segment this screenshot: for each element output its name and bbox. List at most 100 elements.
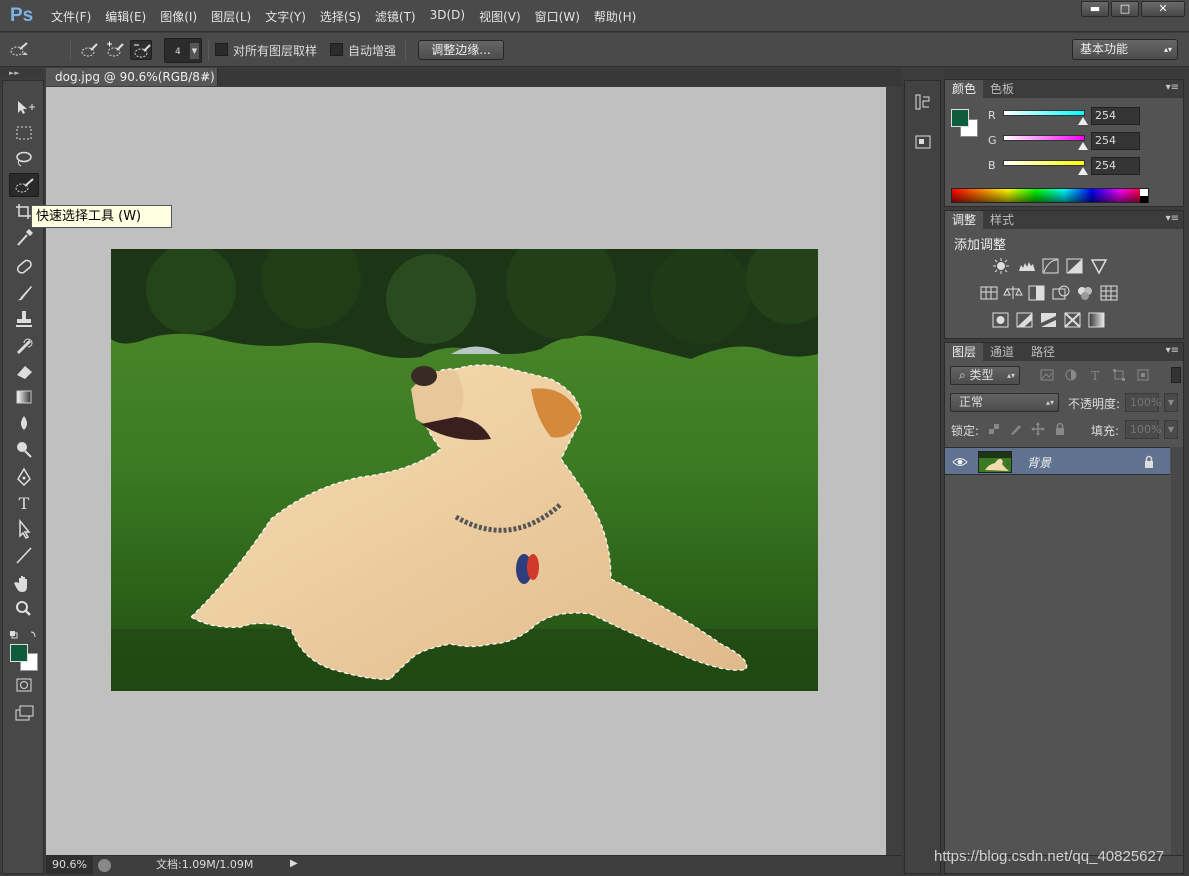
path-selection-tool[interactable]	[9, 517, 39, 541]
dodge-tool[interactable]	[9, 437, 39, 461]
lock-pixels-icon[interactable]	[1009, 422, 1023, 436]
auto-enhance-checkbox[interactable]	[330, 43, 343, 56]
lasso-tool[interactable]	[9, 147, 39, 171]
gradient-tool[interactable]	[9, 385, 39, 409]
blur-tool[interactable]	[9, 411, 39, 435]
opacity-input[interactable]: 100%	[1125, 393, 1161, 412]
layer-kind-filter[interactable]: ⌕ 类型 ▴▾	[950, 366, 1020, 385]
menu-item-2[interactable]: 图像(I)	[153, 8, 204, 25]
type-filter-icon[interactable]: T	[1088, 368, 1102, 383]
exposure-icon[interactable]	[1065, 257, 1085, 275]
slider-thumb[interactable]	[1078, 142, 1088, 150]
color-balance-icon[interactable]	[1003, 284, 1023, 302]
zoom-tool[interactable]	[9, 597, 39, 621]
panel-menu-icon[interactable]: ▾≡	[1166, 213, 1179, 224]
adjustment-filter-icon[interactable]	[1064, 368, 1078, 382]
tab-styles[interactable]: 样式	[983, 211, 1021, 229]
refine-edge-button[interactable]: 调整边缘...	[418, 40, 504, 60]
channel-slider[interactable]	[1003, 160, 1085, 166]
screen-mode-button[interactable]	[9, 701, 39, 725]
subtract-from-selection-mode[interactable]	[130, 40, 152, 60]
zoom-level[interactable]: 90.6%	[46, 856, 93, 874]
tool-preset-picker[interactable]	[8, 40, 30, 60]
pen-tool[interactable]	[9, 465, 39, 489]
menu-item-6[interactable]: 滤镜(T)	[368, 8, 423, 25]
eraser-tool[interactable]	[9, 359, 39, 383]
menu-item-5[interactable]: 选择(S)	[313, 8, 368, 25]
black-white-icon[interactable]	[1027, 284, 1047, 302]
close-tab-icon[interactable]: ×	[202, 68, 211, 86]
brush-size-picker[interactable]: 4 ▼	[164, 38, 202, 63]
menu-item-0[interactable]: 文件(F)	[44, 8, 98, 25]
workspace-select[interactable]: 基本功能 ▴▾	[1072, 39, 1178, 60]
clone-stamp-tool[interactable]	[9, 307, 39, 331]
play-arrow-icon[interactable]: ▶	[290, 858, 298, 869]
channel-mixer-icon[interactable]	[1075, 284, 1095, 302]
color-lookup-icon[interactable]	[1099, 284, 1119, 302]
channel-value-input[interactable]: 254	[1091, 157, 1140, 175]
dog-photo[interactable]	[111, 249, 818, 691]
right-panel-header[interactable]	[944, 68, 1189, 79]
status-icon[interactable]	[98, 859, 111, 872]
color-spectrum[interactable]	[951, 188, 1149, 203]
photo-filter-icon[interactable]	[1051, 284, 1071, 302]
menu-item-4[interactable]: 文字(Y)	[258, 8, 313, 25]
layer-thumbnail[interactable]	[978, 451, 1012, 473]
close-button[interactable]: ✕	[1141, 1, 1185, 17]
levels-icon[interactable]	[1017, 257, 1037, 275]
hand-tool[interactable]	[9, 571, 39, 595]
brush-tool[interactable]	[9, 281, 39, 305]
tab-adjustments[interactable]: 调整	[945, 211, 984, 229]
brightness-contrast-icon[interactable]	[991, 257, 1011, 275]
chevron-down-icon[interactable]: ▼	[1164, 393, 1178, 412]
curves-icon[interactable]	[1041, 257, 1061, 275]
menu-item-7[interactable]: 3D(D)	[423, 8, 472, 25]
tab-swatches[interactable]: 色板	[983, 80, 1021, 98]
foreground-color-swatch[interactable]	[951, 109, 969, 127]
filter-toggle[interactable]	[1171, 367, 1181, 383]
marquee-tool[interactable]	[9, 121, 39, 145]
lock-transparent-icon[interactable]	[987, 422, 1001, 436]
gradient-map-icon[interactable]	[1063, 311, 1083, 329]
slider-thumb[interactable]	[1078, 117, 1088, 125]
healing-brush-tool[interactable]	[9, 255, 39, 279]
menu-item-8[interactable]: 视图(V)	[472, 8, 528, 25]
tab-paths[interactable]: 路径	[1024, 343, 1062, 361]
shape-filter-icon[interactable]	[1112, 368, 1126, 382]
eye-icon[interactable]	[952, 456, 968, 468]
minimize-button[interactable]: ▬	[1081, 1, 1109, 17]
panel-menu-icon[interactable]: ▾≡	[1166, 82, 1179, 93]
threshold-icon[interactable]	[1039, 311, 1059, 329]
sample-all-layers-checkbox[interactable]	[215, 43, 228, 56]
menu-item-3[interactable]: 图层(L)	[204, 8, 258, 25]
quick-mask-button[interactable]	[9, 673, 39, 697]
hue-saturation-icon[interactable]	[979, 284, 999, 302]
invert-icon[interactable]	[991, 311, 1011, 329]
smart-object-filter-icon[interactable]	[1136, 368, 1150, 382]
type-tool[interactable]: T	[9, 491, 39, 515]
canvas-area[interactable]	[46, 87, 886, 855]
tools-panel-header[interactable]: ►►	[0, 68, 44, 78]
move-tool[interactable]	[9, 95, 39, 119]
new-selection-mode[interactable]	[78, 40, 100, 60]
menu-item-1[interactable]: 编辑(E)	[98, 8, 153, 25]
line-tool[interactable]	[9, 543, 39, 567]
vibrance-icon[interactable]	[1089, 257, 1109, 275]
tab-color[interactable]: 颜色	[945, 80, 984, 98]
vertical-scrollbar[interactable]	[886, 87, 902, 855]
lock-all-icon[interactable]	[1053, 422, 1067, 436]
lock-position-icon[interactable]	[1031, 422, 1045, 436]
fill-input[interactable]: 100%	[1125, 420, 1161, 439]
slider-thumb[interactable]	[1078, 167, 1088, 175]
quick-selection-tool[interactable]	[9, 173, 39, 197]
properties-panel-button[interactable]	[909, 129, 937, 155]
layer-name[interactable]: 背景	[1027, 454, 1051, 471]
channel-slider[interactable]	[1003, 110, 1085, 116]
history-brush-tool[interactable]	[9, 333, 39, 357]
eyedropper-tool[interactable]	[9, 225, 39, 249]
channel-slider[interactable]	[1003, 135, 1085, 141]
channel-value-input[interactable]: 254	[1091, 132, 1140, 150]
foreground-color-swatch[interactable]	[10, 644, 28, 662]
history-panel-button[interactable]	[909, 89, 937, 115]
add-to-selection-mode[interactable]	[104, 40, 126, 60]
